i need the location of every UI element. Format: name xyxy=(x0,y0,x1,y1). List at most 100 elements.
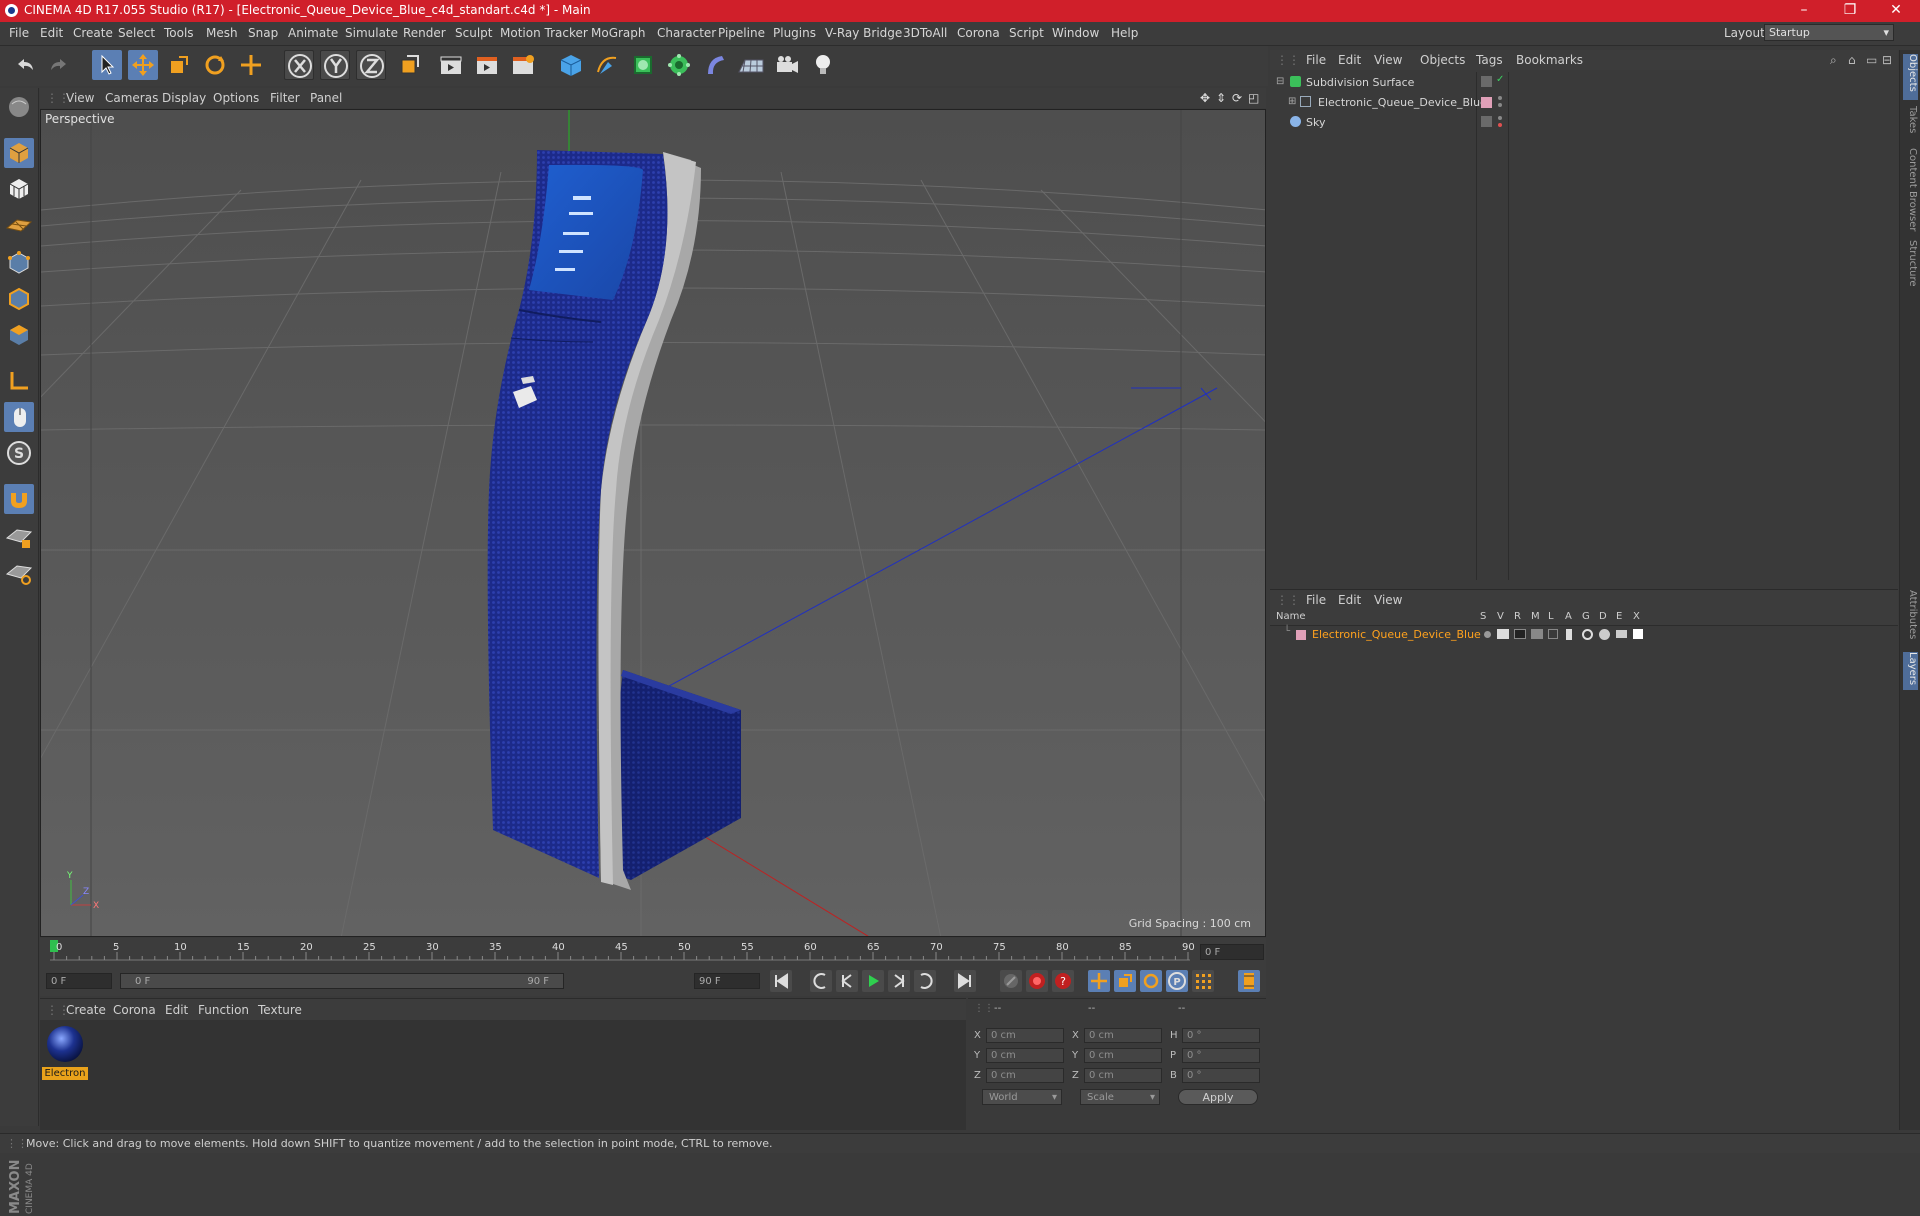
magnet-button[interactable] xyxy=(4,484,34,514)
coordinate-system-button[interactable] xyxy=(394,50,424,80)
view-toggle-icon[interactable] xyxy=(1497,629,1509,639)
render-picture-viewer-button[interactable] xyxy=(472,50,502,80)
menu-animate[interactable]: Animate xyxy=(288,26,338,40)
rot-b-field[interactable]: 0 ° xyxy=(1182,1068,1260,1083)
pos-y-field[interactable]: 0 cm xyxy=(986,1048,1064,1063)
object-row-sky[interactable]: Sky xyxy=(1270,114,1898,132)
points-mode-button[interactable] xyxy=(4,248,34,278)
key-scale-button[interactable] xyxy=(1114,970,1136,992)
material-menu-function[interactable]: Function xyxy=(198,1003,249,1017)
viewport-menu-display[interactable]: Display xyxy=(162,91,206,105)
column-view[interactable]: V xyxy=(1497,611,1504,622)
range-slider[interactable]: 0 F 90 F xyxy=(120,973,564,989)
enabled-check-icon[interactable]: ✓ xyxy=(1496,74,1504,85)
coordinate-space-dropdown[interactable]: World ▾ xyxy=(982,1089,1062,1105)
x-axis-button[interactable] xyxy=(284,50,314,80)
tweak-mode-button[interactable] xyxy=(4,402,34,432)
menu-edit[interactable]: Edit xyxy=(40,26,63,40)
material-menu-edit[interactable]: Edit xyxy=(165,1003,188,1017)
size-y-field[interactable]: 0 cm xyxy=(1084,1048,1162,1063)
restore-button[interactable]: ❐ xyxy=(1828,0,1872,22)
layer-row[interactable]: └ Electronic_Queue_Device_Blue xyxy=(1270,626,1898,644)
axis-mode-button[interactable] xyxy=(4,366,34,396)
close-button[interactable]: ✕ xyxy=(1874,0,1918,22)
animation-toggle-icon[interactable] xyxy=(1566,629,1572,640)
viewport-menu-panel[interactable]: Panel xyxy=(310,91,342,105)
perspective-viewport[interactable]: Y Z X Perspective Grid Spacing : 100 cm xyxy=(40,109,1266,937)
tab-attributes[interactable]: Attributes xyxy=(1903,590,1918,646)
expand-icon[interactable]: ⊞ xyxy=(1288,96,1296,107)
material-menu-texture[interactable]: Texture xyxy=(258,1003,302,1017)
menu-mesh[interactable]: Mesh xyxy=(206,26,238,40)
panel-settings-icon[interactable]: ⊟ xyxy=(1882,53,1892,67)
menu-create[interactable]: Create xyxy=(73,26,113,40)
lock-toggle-icon[interactable] xyxy=(1548,629,1558,639)
autokey-button[interactable] xyxy=(1026,970,1048,992)
layer-color-icon[interactable] xyxy=(1481,97,1492,108)
material-menu-corona[interactable]: Corona xyxy=(113,1003,156,1017)
light-button[interactable] xyxy=(808,50,838,80)
om-menu-file[interactable]: File xyxy=(1306,53,1326,67)
floor-button[interactable] xyxy=(736,50,766,80)
polygons-mode-button[interactable] xyxy=(4,320,34,350)
tab-content-browser[interactable]: Content Browser xyxy=(1903,148,1918,234)
lm-menu-file[interactable]: File xyxy=(1306,593,1326,607)
tab-layers[interactable]: Layers xyxy=(1903,652,1918,690)
menu-tools[interactable]: Tools xyxy=(164,26,194,40)
menu-window[interactable]: Window xyxy=(1052,26,1099,40)
viewport-rotate-icon[interactable]: ⟳ xyxy=(1232,91,1242,105)
material-item[interactable]: Electron xyxy=(40,1020,90,1082)
render-toggle-icon[interactable] xyxy=(1514,629,1526,639)
scale-tool-button[interactable] xyxy=(164,50,194,80)
size-mode-dropdown[interactable]: Scale ▾ xyxy=(1080,1089,1160,1105)
deformers-toggle-icon[interactable] xyxy=(1599,629,1610,640)
object-row-electronic-queue-device[interactable]: ⊞ Electronic_Queue_Device_Blue xyxy=(1270,94,1898,112)
go-to-end-button[interactable] xyxy=(954,970,976,992)
rotate-tool-button[interactable] xyxy=(200,50,230,80)
texture-mode-button[interactable] xyxy=(4,174,34,204)
key-rotation-button[interactable] xyxy=(1140,970,1162,992)
render-dot-icon[interactable] xyxy=(1498,123,1502,127)
manager-toggle-icon[interactable] xyxy=(1531,629,1543,639)
y-axis-button[interactable] xyxy=(320,50,350,80)
next-frame-button[interactable] xyxy=(888,970,910,992)
generators-toggle-icon[interactable] xyxy=(1582,629,1593,640)
end-frame-field[interactable]: 90 F xyxy=(694,973,760,989)
viewport-move-icon[interactable]: ✥ xyxy=(1200,91,1210,105)
layout-dropdown[interactable]: Startup ▾ xyxy=(1764,24,1894,41)
viewport-menu-view[interactable]: View xyxy=(66,91,94,105)
expressions-toggle-icon[interactable] xyxy=(1616,630,1627,638)
column-name[interactable]: Name xyxy=(1276,611,1306,622)
size-z-field[interactable]: 0 cm xyxy=(1084,1068,1162,1083)
column-expressions[interactable]: E xyxy=(1616,611,1622,622)
z-axis-button[interactable] xyxy=(356,50,386,80)
snap-button[interactable]: S xyxy=(4,438,34,468)
object-mode-button[interactable] xyxy=(4,138,34,168)
model-mode-button[interactable] xyxy=(4,92,34,122)
recent-tool-button[interactable] xyxy=(236,50,266,80)
deformer-button[interactable] xyxy=(700,50,730,80)
start-frame-field[interactable]: 0 F xyxy=(46,973,112,989)
tab-takes[interactable]: Takes xyxy=(1903,106,1918,142)
tab-objects[interactable]: Objects xyxy=(1903,54,1918,100)
menu-script[interactable]: Script xyxy=(1009,26,1044,40)
menu-file[interactable]: File xyxy=(9,26,29,40)
key-position-button[interactable] xyxy=(1088,970,1110,992)
timeline-window-button[interactable] xyxy=(1238,970,1260,992)
layer-tag-icon[interactable] xyxy=(1481,116,1492,127)
apply-button[interactable]: Apply xyxy=(1178,1089,1258,1105)
menu-simulate[interactable]: Simulate xyxy=(345,26,398,40)
om-menu-edit[interactable]: Edit xyxy=(1338,53,1361,67)
viewport-menu-cameras[interactable]: Cameras xyxy=(105,91,158,105)
menu-corona[interactable]: Corona xyxy=(957,26,1000,40)
layer-tag-icon[interactable] xyxy=(1481,76,1492,87)
menu-character[interactable]: Character xyxy=(657,26,716,40)
material-menu-create[interactable]: Create xyxy=(66,1003,106,1017)
size-x-field[interactable]: 0 cm xyxy=(1084,1028,1162,1043)
viewport-zoom-icon[interactable]: ⇕ xyxy=(1216,91,1226,105)
minimize-button[interactable]: – xyxy=(1782,0,1826,22)
lm-menu-view[interactable]: View xyxy=(1374,593,1402,607)
column-xref[interactable]: X xyxy=(1633,611,1640,622)
key-pla-button[interactable] xyxy=(1192,970,1214,992)
lock-workplane-button[interactable] xyxy=(4,522,34,552)
